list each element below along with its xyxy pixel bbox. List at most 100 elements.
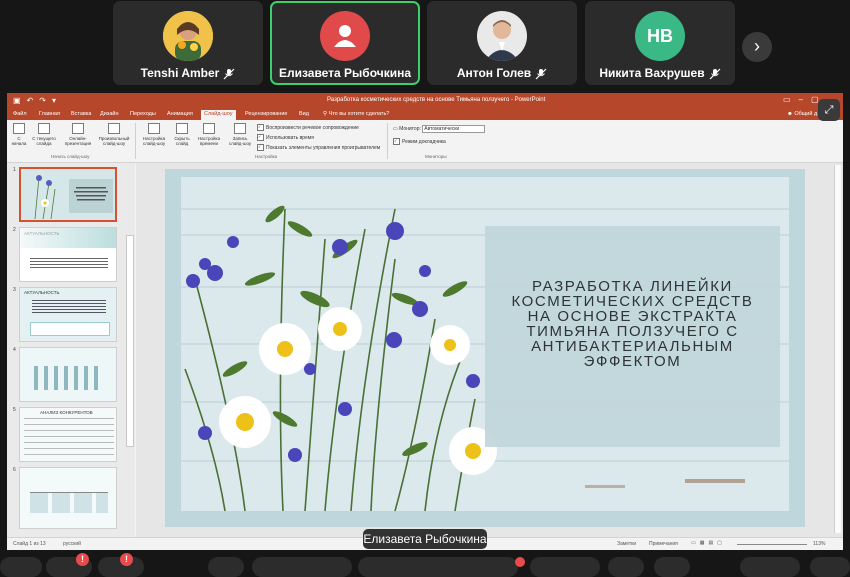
thumbnail-box [30,322,110,336]
participant-name: Никита Вахрушев [585,66,735,80]
zoom-level[interactable]: 113% [813,541,825,547]
tab-review[interactable]: Рецензирование [245,111,287,117]
chevron-right-icon: › [754,36,760,56]
checkbox-label: Показать элементы управления проигрывате… [266,144,381,151]
thumbnail-table [24,418,114,458]
avatar [477,11,527,61]
language-indicator[interactable]: русский [63,541,81,547]
button-label: Произвольный слайд-шоу [98,136,130,146]
slide-title[interactable]: РАЗРАБОТКА ЛИНЕЙКИ КОСМЕТИЧЕСКИХ СРЕДСТВ… [495,279,770,369]
participant-name: Tenshi Amber [113,66,263,80]
monitor-select[interactable]: ▭ Монитор: Автоматически [393,125,486,133]
participant-tile-1[interactable]: Tenshi Amber [113,1,263,85]
user-icon [320,11,370,61]
mic-off-icon [223,68,235,80]
setup-slideshow-button[interactable]: Настройка слайд-шоу [139,123,169,146]
comments-button[interactable]: Примечания [649,541,678,547]
from-beginning-button[interactable]: С начала [11,123,27,146]
slide-thumbnail-6[interactable] [19,467,117,529]
thumbnail-heading: АНАЛИЗ КОНКУРЕНТОВ [40,410,93,415]
slide-thumbnail-5[interactable]: АНАЛИЗ КОНКУРЕНТОВ [19,407,117,462]
share-button[interactable]: ☻ Общий д [787,111,817,117]
view-buttons[interactable]: ▭▦▤▢ [691,540,726,546]
thumbnail-text-lines [32,300,106,314]
tab-home[interactable]: Главная [39,111,60,117]
participant-name-text: Никита Вахрушев [599,66,705,80]
participant-tile-2[interactable]: Елизавета Рыбочкина [270,1,420,85]
current-slide[interactable]: РАЗРАБОТКА ЛИНЕЙКИ КОСМЕТИЧЕСКИХ СРЕДСТВ… [165,169,805,527]
quick-access-toolbar[interactable]: ▣↶↷▾ [13,96,62,105]
button-label: Запись слайд-шоу [228,136,252,146]
online-presentation-button[interactable]: Онлайн-презентация [63,123,93,146]
alert-icon: ! [76,553,89,566]
checkbox[interactable]: ✓ [393,138,400,145]
thumbnail-number: 2 [13,227,16,233]
thumbnail-number: 5 [13,407,16,413]
slide-thumbnail-2[interactable]: АКТУАЛЬНОСТЬ [19,227,117,282]
toolbar-button[interactable] [0,557,42,577]
participant-tile-4[interactable]: НВ Никита Вахрушев [585,1,735,85]
slide-counter: Слайд 1 из 13 [13,541,46,547]
group-label-setup: Настройка [255,154,278,159]
tab-file[interactable]: Файл [13,111,27,117]
ribbon-separator [387,123,388,159]
monitor-value[interactable]: Автоматически [422,125,486,133]
group-label-start: Начать слайд-шоу [51,154,90,159]
thumbnail-heading: АКТУАЛЬНОСТЬ [24,290,60,295]
thumbnail-chart [34,366,104,390]
button-label: Настройка слайд-шоу [142,136,166,146]
rehearse-timings-icon [203,123,215,134]
checkbox-media-controls[interactable]: ✓ Показать элементы управления проигрыват… [257,144,380,151]
slide-thumbnail-1[interactable] [19,167,117,222]
toolbar-button[interactable] [208,557,244,577]
next-page-button[interactable]: › [742,32,772,62]
alert-icon: ! [120,553,133,566]
tab-design[interactable]: Дизайн [100,111,119,117]
toolbar-button[interactable] [608,557,644,577]
custom-slideshow-button[interactable]: Произвольный слайд-шоу [97,123,131,146]
zoom-slider[interactable] [737,544,807,545]
participant-tile-3[interactable]: Антон Голев [427,1,577,85]
tab-view[interactable]: Вид [299,111,309,117]
ribbon-tabs: Файл Главная Вставка Дизайн Переходы Ани… [7,109,843,121]
tab-transitions[interactable]: Переходы [130,111,156,117]
thumbnail-number: 1 [13,167,16,173]
rehearse-timings-button[interactable]: Настройка времени [195,123,223,146]
checkbox-label: Воспроизвести речевое сопровождение [266,124,359,131]
checkbox[interactable]: ✓ [257,124,264,131]
toolbar-button[interactable] [654,557,690,577]
setup-slideshow-icon [148,123,160,134]
tell-me-search[interactable]: ⚲ Что вы хотите сделать? [323,111,389,117]
expand-button[interactable]: ⤢ [818,99,840,121]
editor-scrollbar[interactable] [834,165,841,533]
toolbar-button[interactable] [740,557,800,577]
checkbox-presenter-view[interactable]: ✓ Режим докладчика [393,138,446,145]
slide-thumbnails-pane: 1 2 АКТУАЛЬНОСТЬ 3 АКТУАЛЬНОСТЬ 4 5 [7,163,135,537]
toolbar-button[interactable] [810,557,850,577]
checkbox-timings[interactable]: ✓ Использовать время [257,134,314,141]
from-current-button[interactable]: С текущего слайда [29,123,59,146]
avatar [163,11,213,61]
notes-button[interactable]: Заметки [617,541,636,547]
checkbox[interactable]: ✓ [257,144,264,151]
toolbar-button[interactable] [358,557,518,577]
record-slideshow-button[interactable]: Запись слайд-шоу [225,123,255,146]
mic-off-icon [709,68,721,80]
custom-slideshow-icon [108,123,120,134]
active-speaker-label: Елизавета Рыбочкина [363,529,487,549]
toolbar-button[interactable] [530,557,600,577]
hide-slide-button[interactable]: Скрыть слайд [171,123,193,146]
toolbar-button[interactable] [252,557,352,577]
checkbox-narration[interactable]: ✓ Воспроизвести речевое сопровождение [257,124,359,131]
thumbnails-scrollbar[interactable] [126,235,134,447]
slide-thumbnail-3[interactable]: АКТУАЛЬНОСТЬ [19,287,117,342]
checkbox[interactable]: ✓ [257,134,264,141]
slideshow-start-icon [13,123,25,134]
monitor-label: Монитор: [399,126,421,132]
tab-animation[interactable]: Анимация [167,111,193,117]
thumbnail-number: 4 [13,347,16,353]
slide-thumbnail-4[interactable] [19,347,117,402]
tab-insert[interactable]: Вставка [71,111,91,117]
participant-name: Елизавета Рыбочкина [272,66,418,80]
button-label: С начала [11,136,27,146]
